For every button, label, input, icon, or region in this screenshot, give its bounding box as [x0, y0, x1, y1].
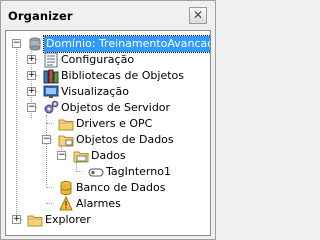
tree-item-label: Drivers e OPC	[76, 117, 153, 130]
tree-item-visualizacao[interactable]: + Visualização	[6, 84, 206, 100]
tree-item-bibliotecas[interactable]: + Bibliotecas de Objetos	[6, 68, 206, 84]
collapse-toggle[interactable]: −	[12, 39, 21, 48]
organizer-tree[interactable]: − Domínio: TreinamentoAvancado + Configu…	[5, 30, 211, 236]
tree-item-taginterno1[interactable]: TagInterno1	[6, 164, 206, 180]
tree-item-explorer[interactable]: + Explorer	[6, 212, 206, 228]
tree-item-label: Banco de Dados	[76, 181, 166, 194]
tree-item-label: Configuração	[61, 53, 135, 66]
tree-item-alarmes[interactable]: Alarmes	[6, 196, 206, 212]
tree-item-label: TagInterno1	[106, 165, 171, 178]
tree-item-objetos-servidor[interactable]: − Objetos de Servidor	[6, 100, 206, 116]
expand-toggle[interactable]: +	[27, 71, 36, 80]
collapse-toggle[interactable]: −	[57, 151, 66, 160]
tree-item-label: Alarmes	[76, 197, 121, 210]
tree-item-label: Explorer	[45, 213, 91, 226]
expand-toggle[interactable]: +	[27, 87, 36, 96]
folder-icon	[58, 119, 74, 131]
folder-icon	[27, 215, 43, 227]
panel-title: Organizer	[8, 9, 73, 23]
alarm-icon	[59, 196, 73, 211]
tree-item-label: Objetos de Dados	[76, 133, 174, 146]
tree-item-label: Bibliotecas de Objetos	[61, 69, 185, 82]
tree-item-label: Dados	[91, 149, 126, 162]
tree-item-drivers-opc[interactable]: Drivers e OPC	[6, 116, 206, 132]
tree-item-label: Visualização	[61, 85, 129, 98]
close-button[interactable]: ✕	[189, 7, 207, 24]
domain-icon	[29, 37, 41, 51]
configuration-icon	[44, 52, 58, 68]
screen-icon	[43, 85, 59, 98]
tree-item-label: Objetos de Servidor	[61, 101, 171, 114]
collapse-toggle[interactable]: −	[42, 135, 51, 144]
tree-item-objetos-dados[interactable]: − Objetos de Dados	[6, 132, 206, 148]
title-bar: Organizer ✕	[1, 1, 215, 29]
tree-item-label: Domínio: TreinamentoAvancado	[43, 35, 210, 53]
server-objects-icon	[44, 100, 59, 114]
collapse-toggle[interactable]: −	[27, 103, 36, 112]
expand-toggle[interactable]: +	[27, 55, 36, 64]
library-icon	[43, 69, 59, 84]
expand-toggle[interactable]: +	[12, 215, 21, 224]
tree-item-configuracao[interactable]: + Configuração	[6, 52, 206, 68]
close-icon: ✕	[192, 8, 204, 22]
tag-icon	[88, 168, 104, 177]
folder-icon	[58, 135, 74, 147]
tree-item-domain[interactable]: − Domínio: TreinamentoAvancado	[6, 35, 210, 53]
tree-item-banco-dados[interactable]: Banco de Dados	[6, 180, 206, 196]
database-icon	[60, 181, 72, 195]
data-folder-icon	[73, 151, 89, 163]
tree-item-dados[interactable]: − Dados	[6, 148, 206, 164]
organizer-panel: Organizer ✕ − Domínio: TreinamentoAvanca	[0, 0, 216, 240]
